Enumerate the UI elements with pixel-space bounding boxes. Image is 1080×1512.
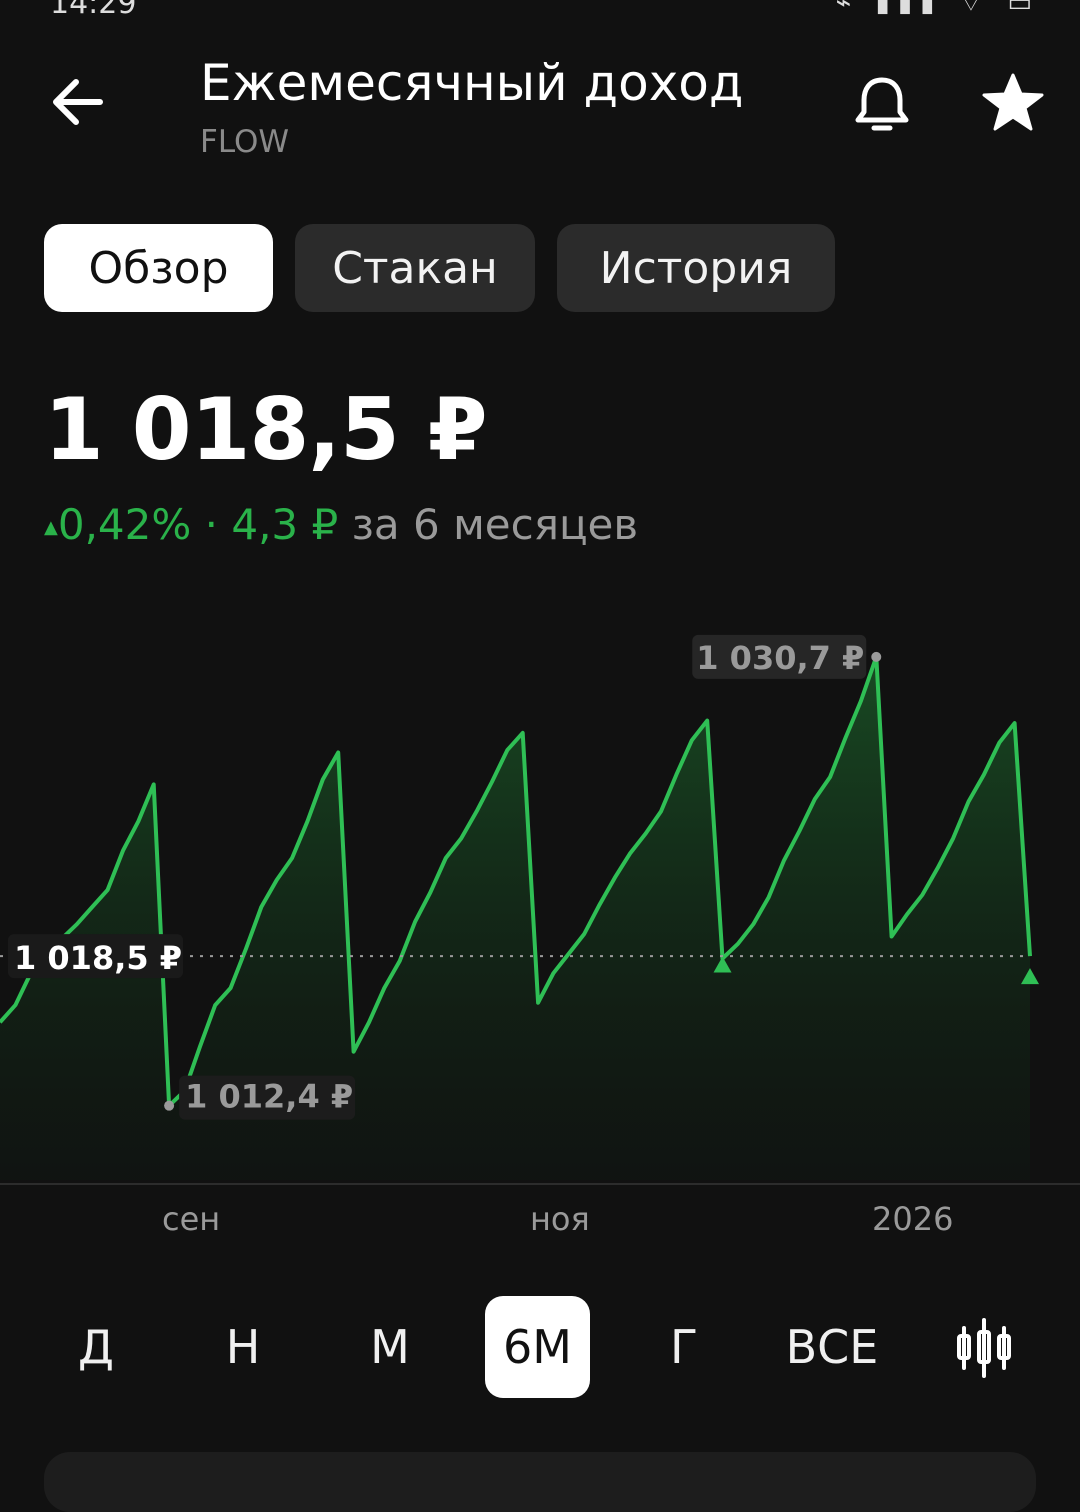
back-arrow-icon[interactable] — [50, 72, 106, 132]
price-change: ▲0,42% · 4,3 ₽ за 6 месяцев — [44, 500, 639, 549]
tab-order-book[interactable]: Стакан — [295, 224, 535, 312]
status-time: 14:29 — [50, 0, 137, 21]
favorite-star-icon[interactable] — [980, 72, 1046, 134]
status-icons: ⌁ ▮▮▮ ⌔ ▭ — [835, 0, 1040, 18]
range-month-button[interactable]: М — [352, 1296, 428, 1398]
price-chart[interactable]: 1 018,5 ₽ 1 030,7 ₽ 1 012,4 ₽ — [0, 580, 1080, 1180]
chart-area-fill — [0, 656, 1030, 1180]
min-price-label: 1 012,4 ₽ — [185, 1078, 353, 1116]
range-all-button[interactable]: ВСЕ — [780, 1296, 884, 1398]
candlestick-icon[interactable] — [956, 1318, 1012, 1378]
ticker-label: FLOW — [200, 124, 290, 160]
range-6m-button[interactable]: 6М — [485, 1296, 590, 1398]
x-tick-label: 2026 — [872, 1200, 954, 1238]
range-day-button[interactable]: Д — [58, 1296, 134, 1398]
range-week-button[interactable]: Н — [205, 1296, 281, 1398]
max-point-dot — [871, 651, 882, 662]
change-absolute: 4,3 ₽ — [231, 500, 339, 549]
bottom-card — [44, 1452, 1036, 1512]
up-triangle-icon: ▲ — [44, 517, 58, 538]
page-title: Ежемесячный доход — [200, 54, 744, 112]
change-percent: 0,42% — [57, 500, 192, 549]
current-price: 1 018,5 ₽ — [44, 380, 488, 480]
tab-history[interactable]: История — [557, 224, 835, 312]
min-point-dot — [164, 1100, 175, 1111]
chart-x-axis — [0, 1183, 1080, 1185]
max-price-label: 1 030,7 ₽ — [696, 639, 864, 677]
x-tick-label: ноя — [530, 1200, 590, 1238]
x-tick-label: сен — [162, 1200, 221, 1238]
tab-overview[interactable]: Обзор — [44, 224, 273, 312]
status-bar: 14:29 ⌁ ▮▮▮ ⌔ ▭ — [0, 0, 1080, 21]
range-year-button[interactable]: Г — [646, 1296, 722, 1398]
change-period: за 6 месяцев — [351, 500, 639, 549]
current-price-label: 1 018,5 ₽ — [14, 939, 182, 977]
bell-icon[interactable] — [852, 72, 912, 136]
